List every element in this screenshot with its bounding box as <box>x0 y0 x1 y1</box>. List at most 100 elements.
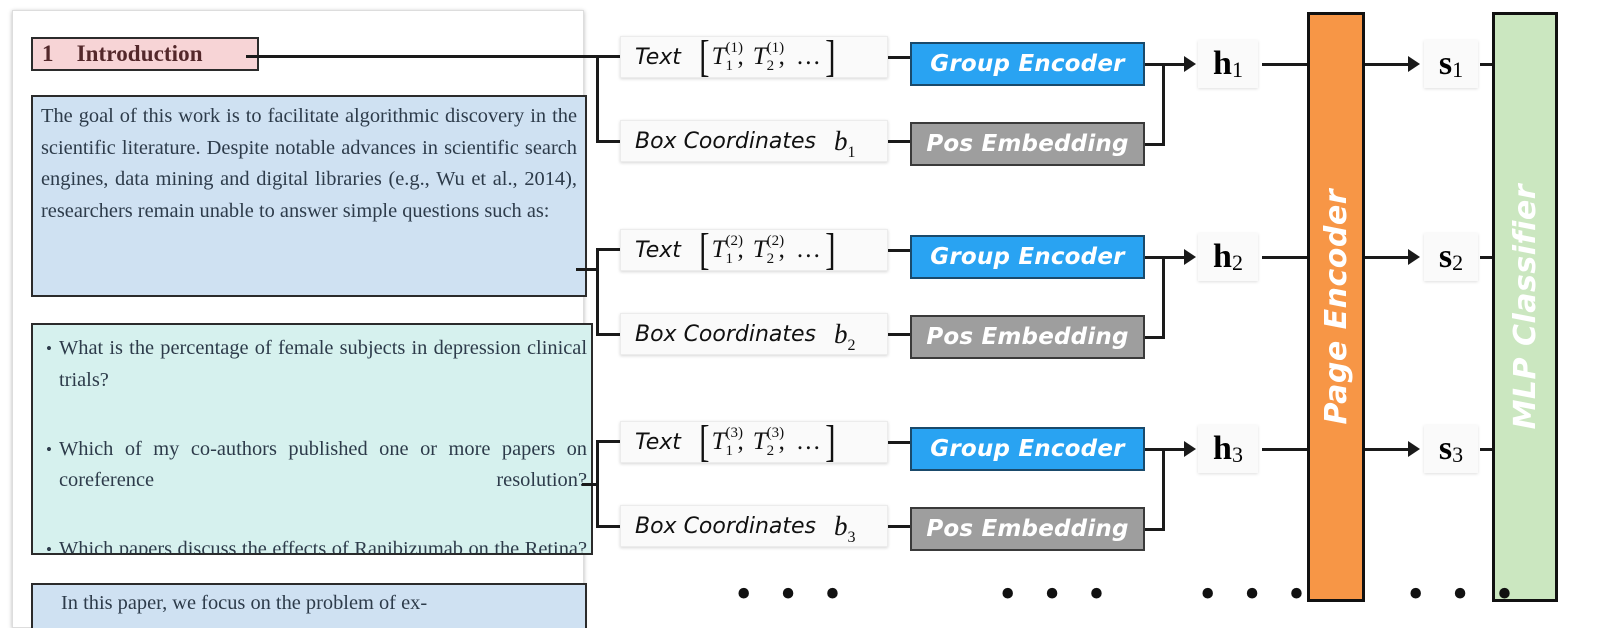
row2-text-input-box: Text [ T 1 (2) , T 2 (2) , … ] <box>620 225 888 275</box>
section-number: 1 <box>42 41 54 66</box>
row1-hidden-sub: 1 <box>1231 57 1243 82</box>
bracket-open: [ <box>699 225 710 275</box>
row1-group-encoder-label: Group Encoder <box>930 51 1125 77</box>
row2-box-coordinates-input-box: Box Coordinates b2 <box>620 313 888 355</box>
list-item-text: Which papers discuss the effects of Rani… <box>59 538 587 555</box>
row1-bracket-top <box>596 55 620 58</box>
section-heading-box: 1 Introduction <box>31 37 259 71</box>
row3-box-variable: b3 <box>834 510 856 546</box>
row3-hidden-token: h3 <box>1198 425 1258 473</box>
row3-box-coordinates-input-box: Box Coordinates b3 <box>620 505 888 547</box>
connector-para1-to-row2 <box>576 268 598 271</box>
row2-bracket-top <box>596 248 620 251</box>
row2-merge-stem <box>1162 256 1165 339</box>
row2-score-base: s <box>1438 238 1453 275</box>
row2-arrow-to-h <box>1184 249 1196 265</box>
row2-hidden-base: h <box>1213 238 1232 275</box>
row1-score-sub: 1 <box>1452 57 1464 82</box>
row3-box-coordinates-label: Box Coordinates <box>635 513 817 539</box>
row1-hidden-token: h1 <box>1198 40 1258 88</box>
ellipsis-inline: … <box>795 428 823 455</box>
continuation-dots-hidden: • • • <box>1200 569 1314 618</box>
row3-text-vector: [ T 1 (3) , T 2 (3) , … ] <box>697 417 838 467</box>
token-t1: T 1 (2) <box>711 233 743 267</box>
row1-box-coordinates-input-box: Box Coordinates b1 <box>620 120 888 162</box>
connector-heading-to-row1 <box>246 55 596 58</box>
row3-box-to-posemb-line <box>888 525 910 528</box>
page-encoder-label: Page Encoder <box>1318 189 1354 425</box>
paragraph-block-1: The goal of this work is to facilitate a… <box>31 95 587 297</box>
bracket-open: [ <box>699 32 710 82</box>
row1-page-encoder-out <box>1364 63 1412 66</box>
row1-text-to-encoder-line <box>888 56 910 59</box>
row2-box-coordinates-label: Box Coordinates <box>635 321 817 347</box>
row3-group-encoder-label: Group Encoder <box>930 436 1125 462</box>
row3-pos-embedding[interactable]: Pos Embedding <box>910 507 1145 551</box>
row3-hidden-sub: 3 <box>1231 442 1243 467</box>
row2-group-encoder-label: Group Encoder <box>930 244 1125 270</box>
row2-h-to-page-encoder <box>1262 256 1310 259</box>
row2-score-sub: 2 <box>1452 250 1464 275</box>
row1-hidden-base: h <box>1213 45 1232 82</box>
row2-text-label: Text <box>635 237 681 263</box>
row3-text-to-encoder-line <box>888 441 910 444</box>
row2-bracket-stem <box>596 248 599 336</box>
row2-text-to-encoder-line <box>888 249 910 252</box>
row1-text-label: Text <box>635 44 681 70</box>
page-encoder-block[interactable]: Page Encoder <box>1307 12 1365 602</box>
row2-hidden-token: h2 <box>1198 233 1258 281</box>
architecture-diagram: 1 Introduction The goal of this work is … <box>0 0 1600 628</box>
bullet-marker-icon: • <box>46 540 52 555</box>
row3-group-encoder[interactable]: Group Encoder <box>910 427 1145 471</box>
list-item: • What is the percentage of female subje… <box>39 333 587 428</box>
row1-merge-to-h <box>1162 63 1186 66</box>
bracket-open: [ <box>699 417 710 467</box>
row3-score-sub: 3 <box>1452 442 1464 467</box>
row2-group-encoder[interactable]: Group Encoder <box>910 235 1145 279</box>
row1-box-coordinates-label: Box Coordinates <box>635 128 817 154</box>
section-title: Introduction <box>76 41 203 66</box>
continuation-dots-scores: • • • <box>1408 569 1522 618</box>
paragraph-block-2: In this paper, we focus on the problem o… <box>31 583 587 628</box>
bracket-close: ] <box>825 32 836 82</box>
continuation-dots-inputs: • • • <box>736 569 850 618</box>
bullet-marker-icon: • <box>46 339 52 358</box>
row1-merge-stem <box>1162 63 1165 146</box>
row1-bracket-stem <box>596 55 599 143</box>
row3-h-to-page-encoder <box>1262 448 1310 451</box>
row1-pos-embedding-label: Pos Embedding <box>926 131 1129 157</box>
row1-score-token: s1 <box>1424 40 1478 88</box>
document-page-panel: 1 Introduction The goal of this work is … <box>12 10 593 628</box>
row2-pos-embedding[interactable]: Pos Embedding <box>910 315 1145 359</box>
row3-text-label: Text <box>635 429 681 455</box>
row2-score-token: s2 <box>1424 233 1478 281</box>
row2-pos-embedding-label: Pos Embedding <box>926 324 1129 350</box>
row2-box-variable: b2 <box>834 318 856 354</box>
row3-text-input-box: Text [ T 1 (3) , T 2 (3) , … ] <box>620 417 888 467</box>
bracket-close: ] <box>825 417 836 467</box>
row3-merge-stem <box>1162 448 1165 531</box>
token-t2: T 2 (3) <box>752 425 785 459</box>
row1-group-encoder[interactable]: Group Encoder <box>910 42 1145 86</box>
row3-bracket-top <box>596 440 620 443</box>
row2-page-encoder-out <box>1364 256 1412 259</box>
row3-bracket-bottom <box>596 525 620 528</box>
row1-pos-embedding[interactable]: Pos Embedding <box>910 122 1145 166</box>
token-t2: T 2 (2) <box>752 233 785 267</box>
bullet-marker-icon: • <box>46 439 52 459</box>
continuation-dots-encoders: • • • <box>1000 569 1114 618</box>
row3-arrow-to-h <box>1184 441 1196 457</box>
token-t2: T 2 (1) <box>752 40 785 74</box>
row2-arrow-to-s <box>1408 249 1420 265</box>
row3-score-base: s <box>1438 430 1453 467</box>
row1-text-vector: [ T 1 (1) , T 2 (1) , … ] <box>697 32 838 82</box>
mlp-classifier-label: MLP Classifier <box>1507 184 1543 430</box>
row3-pos-embedding-label: Pos Embedding <box>926 516 1129 542</box>
row3-bracket-stem <box>596 440 599 528</box>
row1-bracket-bottom <box>596 140 620 143</box>
row1-box-variable: b1 <box>834 125 856 161</box>
ellipsis-inline: … <box>795 236 823 263</box>
row2-merge-to-h <box>1162 256 1186 259</box>
row2-text-vector: [ T 1 (2) , T 2 (2) , … ] <box>697 225 838 275</box>
mlp-classifier-block[interactable]: MLP Classifier <box>1492 12 1558 602</box>
